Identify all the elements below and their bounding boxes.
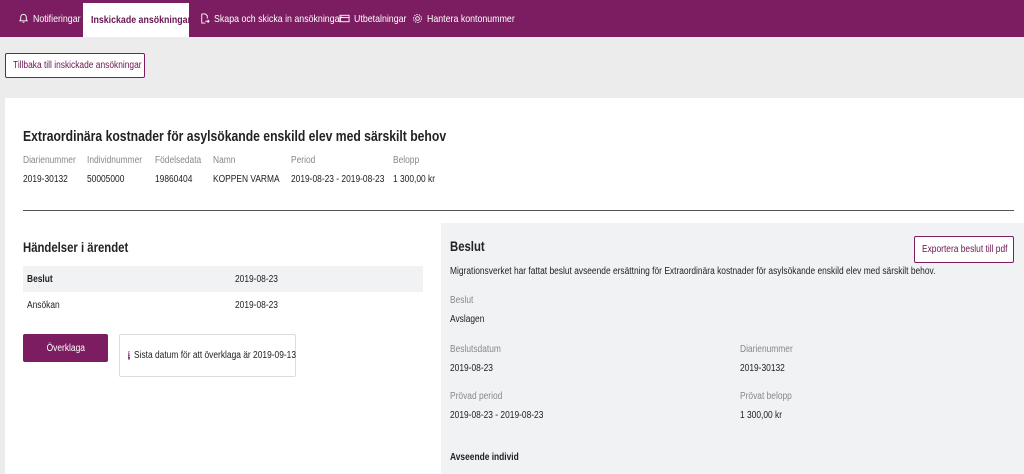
field-provat-belopp: Prövat belopp 1 300,00 kr [740,391,802,421]
field-beslut: Beslut Avslagen [450,295,491,325]
decision-heading-text: Beslut [450,239,485,254]
meta-label: Födelsedata [155,155,202,166]
meta-label: Period [291,155,316,166]
field-value: 1 300,00 kr [740,410,783,421]
gear-icon [413,14,422,23]
field-value: 2019-08-23 - 2019-08-23 [450,410,544,421]
event-name: Beslut [27,274,58,285]
bell-icon [18,13,29,23]
meta-belopp: Belopp 1 300,00 kr [393,155,443,185]
tab-notifieringar[interactable]: Notifieringar [18,0,90,37]
tab-label: Utbetalningar [354,12,407,25]
case-title: Extraordinära kostnader för asylsökande … [23,129,527,145]
case-card: Extraordinära kostnader för asylsökande … [5,98,1024,474]
back-button[interactable]: Tillbaka till inskickade ansökningar [5,53,145,78]
table-row: Ansökan 2019-08-23 [23,292,423,318]
field-beslutsdatum: Beslutsdatum 2019-08-23 [450,344,511,374]
decision-panel: Beslut Exportera beslut till pdf Migrati… [441,223,1024,474]
field-diarienummer: Diarienummer 2019-30132 [740,344,803,374]
appeal-button[interactable]: Överklaga [23,334,108,362]
events-heading: Händelser i ärendet [23,240,148,255]
back-bar: Tillbaka till inskickade ansökningar [0,37,1024,98]
document-send-icon [201,13,210,24]
field-label: Diarienummer [740,344,793,355]
meta-diarienummer: Diarienummer 2019-30132 [23,155,86,185]
meta-fodelsedata: Födelsedata 19860404 [155,155,210,185]
back-button-label: Tillbaka till inskickade ansökningar [13,60,142,71]
decision-text-content: Migrationsverket har fattat beslut avsee… [450,266,936,277]
meta-namn: Namn KOPPEN VARMA [213,155,292,185]
appeal-info-text: Sista datum för att överklaga är 2019-09… [134,350,297,361]
event-date: 2019-08-23 [235,300,286,311]
tab-label: Skapa och skicka in ansökningar [214,12,343,25]
meta-label: Namn [213,155,236,166]
meta-value: 1 300,00 kr [393,174,436,185]
meta-label: Belopp [393,155,420,166]
decision-heading: Beslut [450,239,491,254]
event-name-text: Ansökan [27,299,60,311]
field-label: Prövad period [450,391,503,402]
tab-utbetalningar[interactable]: Utbetalningar [339,0,416,37]
event-name: Ansökan [27,300,66,311]
field-value: 2019-30132 [740,363,785,374]
field-value: Avslagen [450,314,485,325]
meta-value: 19860404 [155,174,193,185]
tab-hantera-kontonummer[interactable]: Hantera kontonummer [412,0,531,37]
case-title-text: Extraordinära kostnader för asylsökande … [23,129,447,145]
info-icon: ! [128,351,131,360]
meta-label: Individnummer [87,155,143,166]
appeal-button-label: Överklaga [46,342,85,354]
individ-heading-text: Avseende individ [450,452,519,463]
meta-period: Period 2019-08-23 - 2019-08-23 [291,155,402,185]
meta-value: KOPPEN VARMA [213,174,280,185]
event-date-text: 2019-08-23 [235,299,278,311]
meta-individnummer: Individnummer 50005000 [87,155,153,185]
individ-heading: Avseende individ [450,452,532,463]
meta-value: 2019-08-23 - 2019-08-23 [291,174,385,185]
field-label: Prövat belopp [740,391,792,402]
top-navigation: Notifieringar Inskickade ansökningar Ska… [0,0,1024,37]
meta-value: 50005000 [87,174,125,185]
meta-value: 2019-30132 [23,174,68,185]
export-pdf-button[interactable]: Exportera beslut till pdf [914,236,1014,263]
decision-text: Migrationsverket har fattat beslut avsee… [450,266,1024,277]
field-label: Beslut [450,295,474,306]
events-table: Beslut 2019-08-23 Ansökan 2019-08-23 [23,266,423,318]
event-date: 2019-08-23 [235,274,286,285]
field-label: Beslutsdatum [450,344,501,355]
divider [23,210,1014,211]
export-button-label: Exportera beslut till pdf [922,244,1008,255]
field-provad-period: Prövad period 2019-08-23 - 2019-08-23 [450,391,561,421]
event-date-text: 2019-08-23 [235,273,278,285]
card-icon [339,14,350,23]
meta-label: Diarienummer [23,155,76,166]
tab-inskickade-ansokningar[interactable]: Inskickade ansökningar [83,0,192,37]
events-heading-text: Händelser i ärendet [23,240,129,255]
tab-label: Hantera kontonummer [427,12,515,25]
event-name-text: Beslut [27,273,53,285]
tab-label: Inskickade ansökningar [91,14,192,26]
appeal-info-box: ! Sista datum för att överklaga är 2019-… [119,334,296,377]
table-row: Beslut 2019-08-23 [23,266,423,292]
tab-label: Notifieringar [33,12,81,25]
field-value: 2019-08-23 [450,363,493,374]
